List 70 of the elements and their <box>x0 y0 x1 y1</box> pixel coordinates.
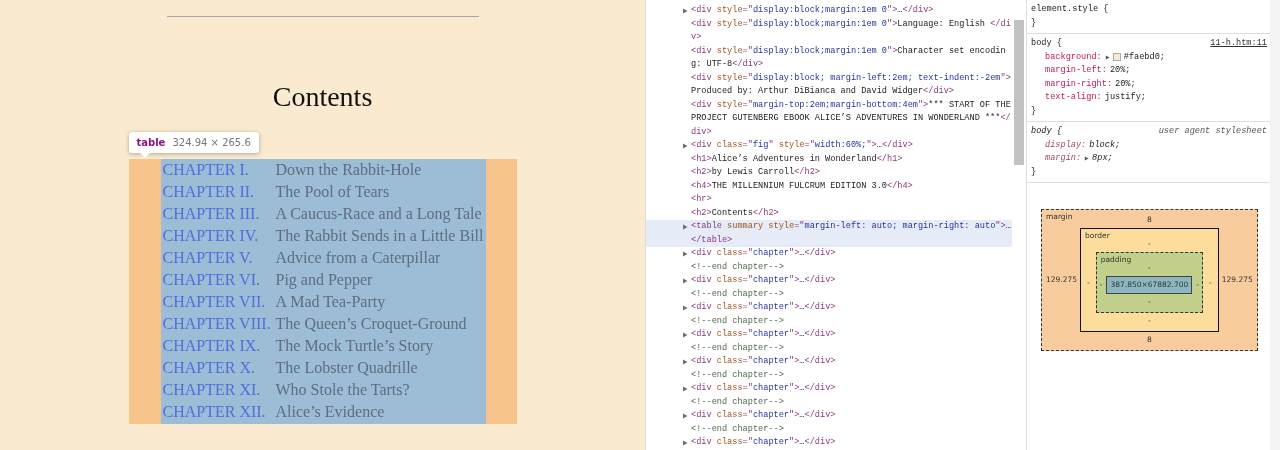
dom-node[interactable]: <div class="chapter">…</div> <box>646 328 1012 342</box>
chapter-title: The Pool of Tears <box>275 183 390 201</box>
dom-node[interactable]: <hr> <box>646 193 1012 207</box>
css-selector: body { <box>1031 37 1062 50</box>
expand-icon[interactable] <box>682 8 688 14</box>
dom-node[interactable]: <h2>by Lewis Carroll</h2> <box>646 166 1012 180</box>
closing-brace: } <box>1031 165 1038 179</box>
chapter-title: Down the Rabbit-Hole <box>275 161 422 179</box>
color-swatch[interactable] <box>1112 53 1121 62</box>
chapter-title: Pig and Pepper <box>275 271 373 289</box>
dom-node[interactable]: <div style="display:block; margin-left:2em; text-indent:-2em"> Produced by: Arthur DiBianca and David Widger</div> <box>646 71 1012 99</box>
scrollbar-thumb[interactable] <box>1014 20 1024 165</box>
css-declaration[interactable]: margin-left: 20%; <box>1031 64 1267 78</box>
chapter-title: The Lobster Quadrille <box>275 359 418 377</box>
dom-node[interactable]: <div class="chapter">…</div> <box>646 274 1012 288</box>
dom-node[interactable]: <h2>Contents</h2> <box>646 206 1012 220</box>
chapter-title: Alice’s Evidence <box>275 403 385 421</box>
chapter-title: The Queen’s Croquet-Ground <box>275 315 467 333</box>
css-declaration[interactable]: background: #faebd0; <box>1031 50 1267 64</box>
dom-node[interactable]: <!--end chapter--> <box>646 260 1012 274</box>
dom-node[interactable]: <div class="chapter">…</div> <box>646 436 1012 450</box>
dom-node[interactable]: <!--end chapter--> <box>646 368 1012 382</box>
rule-source: user agent stylesheet <box>1158 125 1267 138</box>
expand-icon[interactable] <box>682 386 688 392</box>
closing-brace: } <box>1031 104 1038 118</box>
css-selector: element.style { <box>1031 3 1109 16</box>
expand-icon[interactable] <box>1084 156 1090 162</box>
chapter-title: Who Stole the Tarts? <box>275 381 410 399</box>
dom-node[interactable]: <div class="chapter">…</div> <box>646 355 1012 369</box>
expand-icon[interactable] <box>682 251 688 257</box>
dom-node[interactable]: <div class="chapter">…</div> <box>646 382 1012 396</box>
expand-icon[interactable] <box>682 224 688 230</box>
element-tooltip: table 324.94 × 265.6 <box>128 132 259 153</box>
expand-icon[interactable] <box>682 332 688 338</box>
dom-node[interactable]: <!--end chapter--> <box>646 287 1012 301</box>
dom-node[interactable]: <div class="chapter">…</div> <box>646 301 1012 315</box>
chapter-title: A Caucus-Race and a Long Tale <box>275 205 482 223</box>
dom-node[interactable]: <h4>THE MILLENNIUM FULCRUM EDITION 3.0</h4> <box>646 179 1012 193</box>
css-declaration[interactable]: display: block; <box>1031 138 1267 152</box>
dom-node[interactable]: <h1>Alice’s Adventures in Wonderland</h1> <box>646 152 1012 166</box>
dom-node[interactable]: <div class="chapter">…</div> <box>646 247 1012 261</box>
chapter-title: The Rabbit Sends in a Little Bill <box>275 227 484 245</box>
expand-icon[interactable] <box>1104 54 1110 60</box>
dom-node[interactable]: <div style="display:block;margin:1em 0">Character set encoding: UTF-8</div> <box>646 44 1012 72</box>
css-declaration[interactable]: margin-right: 20%; <box>1031 77 1267 91</box>
dom-node[interactable]: <table summary style="margin-left: auto; margin-right: auto">… </table> <box>646 220 1012 247</box>
expand-icon[interactable] <box>682 278 688 284</box>
dom-node[interactable]: <div style="margin-top:2em;margin-bottom:4em">*** START OF THE PROJECT GUTENBERG EBOOK ALICE’S ADVENTURES IN WONDERLAND ***</div> <box>646 98 1012 139</box>
css-selector: body { <box>1031 125 1062 138</box>
dom-node[interactable]: <!--end chapter--> <box>646 395 1012 409</box>
expand-icon[interactable] <box>682 359 688 365</box>
closing-brace: } <box>1031 16 1038 30</box>
source-link[interactable]: 11-h.htm:11 <box>1210 37 1267 51</box>
dom-node[interactable]: <div style="display:block;margin:1em 0">…</div> <box>646 4 1012 18</box>
expand-icon[interactable] <box>682 305 688 311</box>
dom-node[interactable]: <!--end chapter--> <box>646 422 1012 436</box>
chapter-title: A Mad Tea-Party <box>275 293 386 311</box>
chapter-title: Advice from a Caterpillar <box>275 249 441 267</box>
expand-icon[interactable] <box>682 143 688 149</box>
dom-node[interactable]: <div style="display:block;margin:1em 0">Language: English </div> <box>646 17 1012 45</box>
css-declaration[interactable]: text-align: justify; <box>1031 91 1267 105</box>
expand-icon[interactable] <box>682 440 688 446</box>
dom-node[interactable]: <!--end chapter--> <box>646 314 1012 328</box>
dom-node[interactable]: <div class="fig" style="width:60%;">…</div> <box>646 139 1012 153</box>
css-declaration[interactable]: margin: 8px; <box>1031 152 1267 166</box>
dom-node[interactable]: <div class="chapter">…</div> <box>646 409 1012 423</box>
expand-icon[interactable] <box>682 413 688 419</box>
chapter-title: The Mock Turtle’s Story <box>275 337 434 355</box>
contents-heading: Contents <box>272 80 373 114</box>
dom-node[interactable]: <!--end chapter--> <box>646 341 1012 355</box>
